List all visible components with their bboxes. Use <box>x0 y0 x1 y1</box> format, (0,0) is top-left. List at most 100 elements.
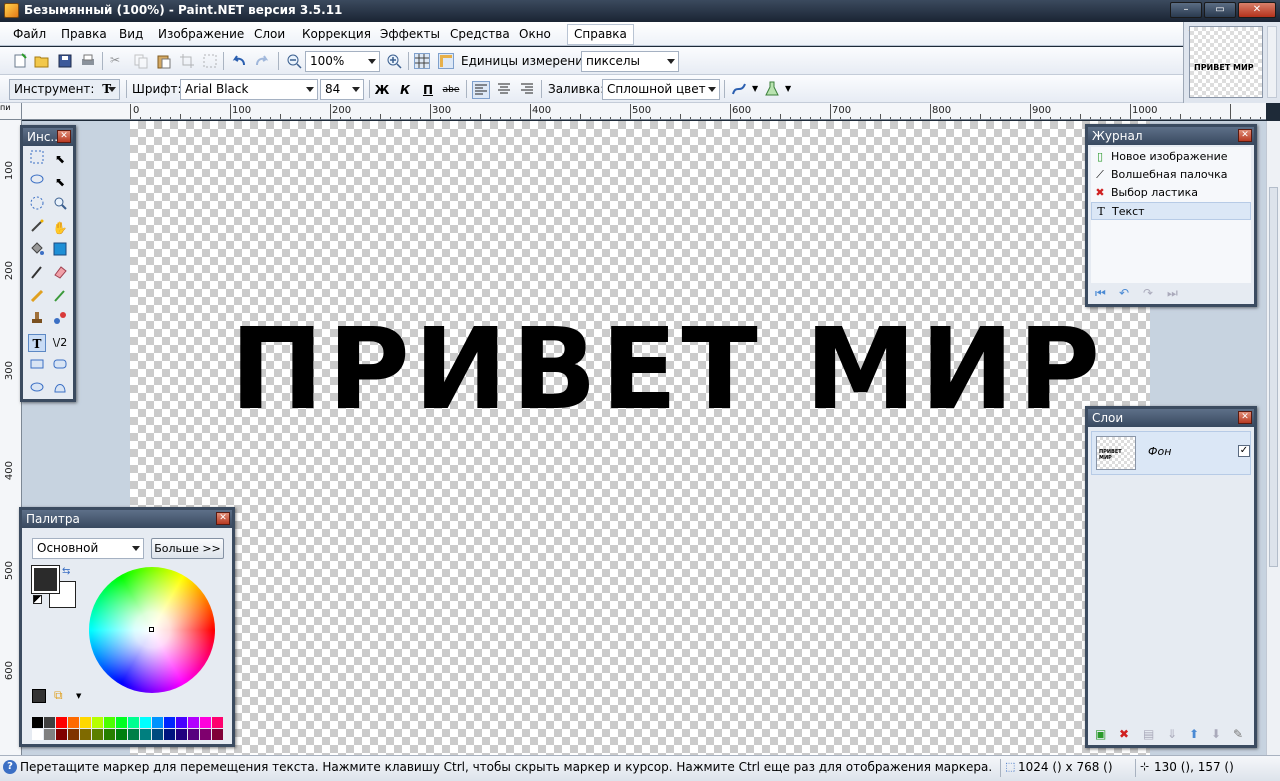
layer-row[interactable]: ПРИВЕТ МИР Фон ✓ <box>1091 431 1251 475</box>
antialiasing-icon[interactable] <box>731 81 747 97</box>
text-tool-icon[interactable]: T <box>28 334 46 352</box>
deselect-icon[interactable] <box>202 53 218 69</box>
rectangle-select-icon[interactable] <box>28 150 46 168</box>
magic-wand-icon[interactable] <box>28 219 46 237</box>
color-swatch[interactable] <box>104 717 115 728</box>
menu-help[interactable]: Справка <box>567 24 634 45</box>
scrollbar-thumb[interactable] <box>1269 187 1278 567</box>
color-swatch[interactable] <box>32 729 43 740</box>
layer-visibility-checkbox[interactable]: ✓ <box>1238 445 1250 457</box>
minimize-button[interactable]: – <box>1170 2 1202 18</box>
vertical-scrollbar[interactable] <box>1266 121 1280 755</box>
paste-icon[interactable] <box>156 53 172 69</box>
layer-properties-icon[interactable]: ✎ <box>1233 727 1243 741</box>
history-item[interactable]: ⟋ Волшебная палочка <box>1091 166 1251 184</box>
paint-bucket-icon[interactable] <box>28 242 46 260</box>
print-icon[interactable] <box>80 53 96 69</box>
line-curve-icon[interactable]: \/2 <box>51 334 69 352</box>
strikethrough-button[interactable]: abe <box>442 81 460 99</box>
color-picker-icon[interactable] <box>51 288 69 306</box>
menu-adjustments[interactable]: Коррекция <box>302 27 371 41</box>
more-button[interactable]: Больше >> <box>151 538 224 559</box>
color-swatch[interactable] <box>152 729 163 740</box>
duplicate-layer-icon[interactable]: ▤ <box>1143 727 1154 741</box>
primary-color-swatch[interactable] <box>31 565 60 594</box>
bold-button[interactable]: Ж <box>373 81 391 99</box>
add-color-icon[interactable] <box>32 689 46 703</box>
menu-edit[interactable]: Правка <box>61 27 107 41</box>
color-swatch[interactable] <box>140 729 151 740</box>
tool-select[interactable]: Инструмент: T <box>9 79 120 100</box>
new-file-icon[interactable] <box>12 53 28 69</box>
eraser-icon[interactable] <box>51 265 69 283</box>
zoom-out-icon[interactable] <box>286 53 302 69</box>
chevron-down-icon[interactable]: ▼ <box>785 81 801 97</box>
color-swatch[interactable] <box>140 717 151 728</box>
thumbnail-scrollbar[interactable] <box>1267 26 1277 98</box>
font-select[interactable]: Arial Black <box>180 79 318 100</box>
chevron-down-icon[interactable]: ▼ <box>76 692 81 700</box>
color-swatch[interactable] <box>212 729 223 740</box>
color-swatch[interactable] <box>80 717 91 728</box>
move-layer-down-icon[interactable]: ⬇ <box>1211 727 1221 741</box>
gradient-icon[interactable] <box>51 242 69 260</box>
align-left-icon[interactable] <box>472 81 490 99</box>
close-icon[interactable]: ✕ <box>1238 411 1252 424</box>
close-icon[interactable]: ✕ <box>1238 129 1252 142</box>
redo-icon[interactable]: ↷ <box>1143 286 1153 300</box>
menu-file[interactable]: Файл <box>13 27 46 41</box>
color-swatch[interactable] <box>104 729 115 740</box>
copy-icon[interactable] <box>133 53 149 69</box>
close-icon[interactable]: ✕ <box>216 512 230 525</box>
ruler-toggle-icon[interactable] <box>438 53 454 69</box>
fast-forward-icon[interactable]: ⏭ <box>1167 286 1178 301</box>
redo-icon[interactable] <box>254 53 270 69</box>
color-swatch[interactable] <box>92 717 103 728</box>
move-selection-icon[interactable]: ⬉ <box>51 173 69 191</box>
crop-icon[interactable] <box>179 53 195 69</box>
menu-effects[interactable]: Эффекты <box>380 27 440 41</box>
rectangle-icon[interactable] <box>28 357 46 375</box>
color-swatch[interactable] <box>56 729 67 740</box>
color-swatch[interactable] <box>68 729 79 740</box>
color-swatch[interactable] <box>176 717 187 728</box>
color-swatch[interactable] <box>164 729 175 740</box>
font-size-select[interactable]: 84 <box>320 79 364 100</box>
color-swatch[interactable] <box>212 717 223 728</box>
color-swatch[interactable] <box>68 717 79 728</box>
open-file-icon[interactable] <box>34 53 50 69</box>
italic-button[interactable]: К <box>396 81 414 99</box>
cut-icon[interactable]: ✂ <box>110 53 126 69</box>
history-item[interactable]: T Текст <box>1091 202 1251 220</box>
menu-view[interactable]: Вид <box>119 27 143 41</box>
undo-icon[interactable]: ↶ <box>1119 286 1129 300</box>
color-swatch[interactable] <box>32 717 43 728</box>
paintnet-app-icon[interactable] <box>4 3 19 18</box>
swap-colors-icon[interactable]: ⇆ <box>62 566 70 577</box>
blend-mode-icon[interactable] <box>764 81 780 97</box>
pencil-icon[interactable] <box>28 288 46 306</box>
undo-icon[interactable] <box>231 53 247 69</box>
color-swatch[interactable] <box>116 717 127 728</box>
color-swatch[interactable] <box>116 729 127 740</box>
history-item[interactable]: ✖ Выбор ластика <box>1091 184 1251 202</box>
merge-down-icon[interactable]: ⇓ <box>1167 727 1177 741</box>
menu-window[interactable]: Окно <box>519 27 551 41</box>
maximize-button[interactable]: ▭ <box>1204 2 1236 18</box>
color-swatch[interactable] <box>44 717 55 728</box>
move-selected-pixels-icon[interactable]: ⬉ <box>51 150 69 168</box>
align-right-icon[interactable] <box>518 81 536 99</box>
units-select[interactable]: пикселы <box>581 51 679 72</box>
color-swatch[interactable] <box>56 717 67 728</box>
delete-layer-icon[interactable]: ✖ <box>1119 727 1129 741</box>
history-item[interactable]: ▯ Новое изображение <box>1091 148 1251 166</box>
fill-select[interactable]: Сплошной цвет <box>602 79 720 100</box>
recolor-icon[interactable] <box>51 311 69 329</box>
add-layer-icon[interactable]: ▣ <box>1095 727 1106 741</box>
grid-toggle-icon[interactable] <box>414 53 430 69</box>
palette-menu-icon[interactable]: ⧉ <box>54 688 63 703</box>
canvas-text[interactable]: ПРИВЕТ МИР <box>230 314 1104 426</box>
color-swatch[interactable] <box>92 729 103 740</box>
color-swatch[interactable] <box>164 717 175 728</box>
underline-button[interactable]: П <box>419 81 437 99</box>
